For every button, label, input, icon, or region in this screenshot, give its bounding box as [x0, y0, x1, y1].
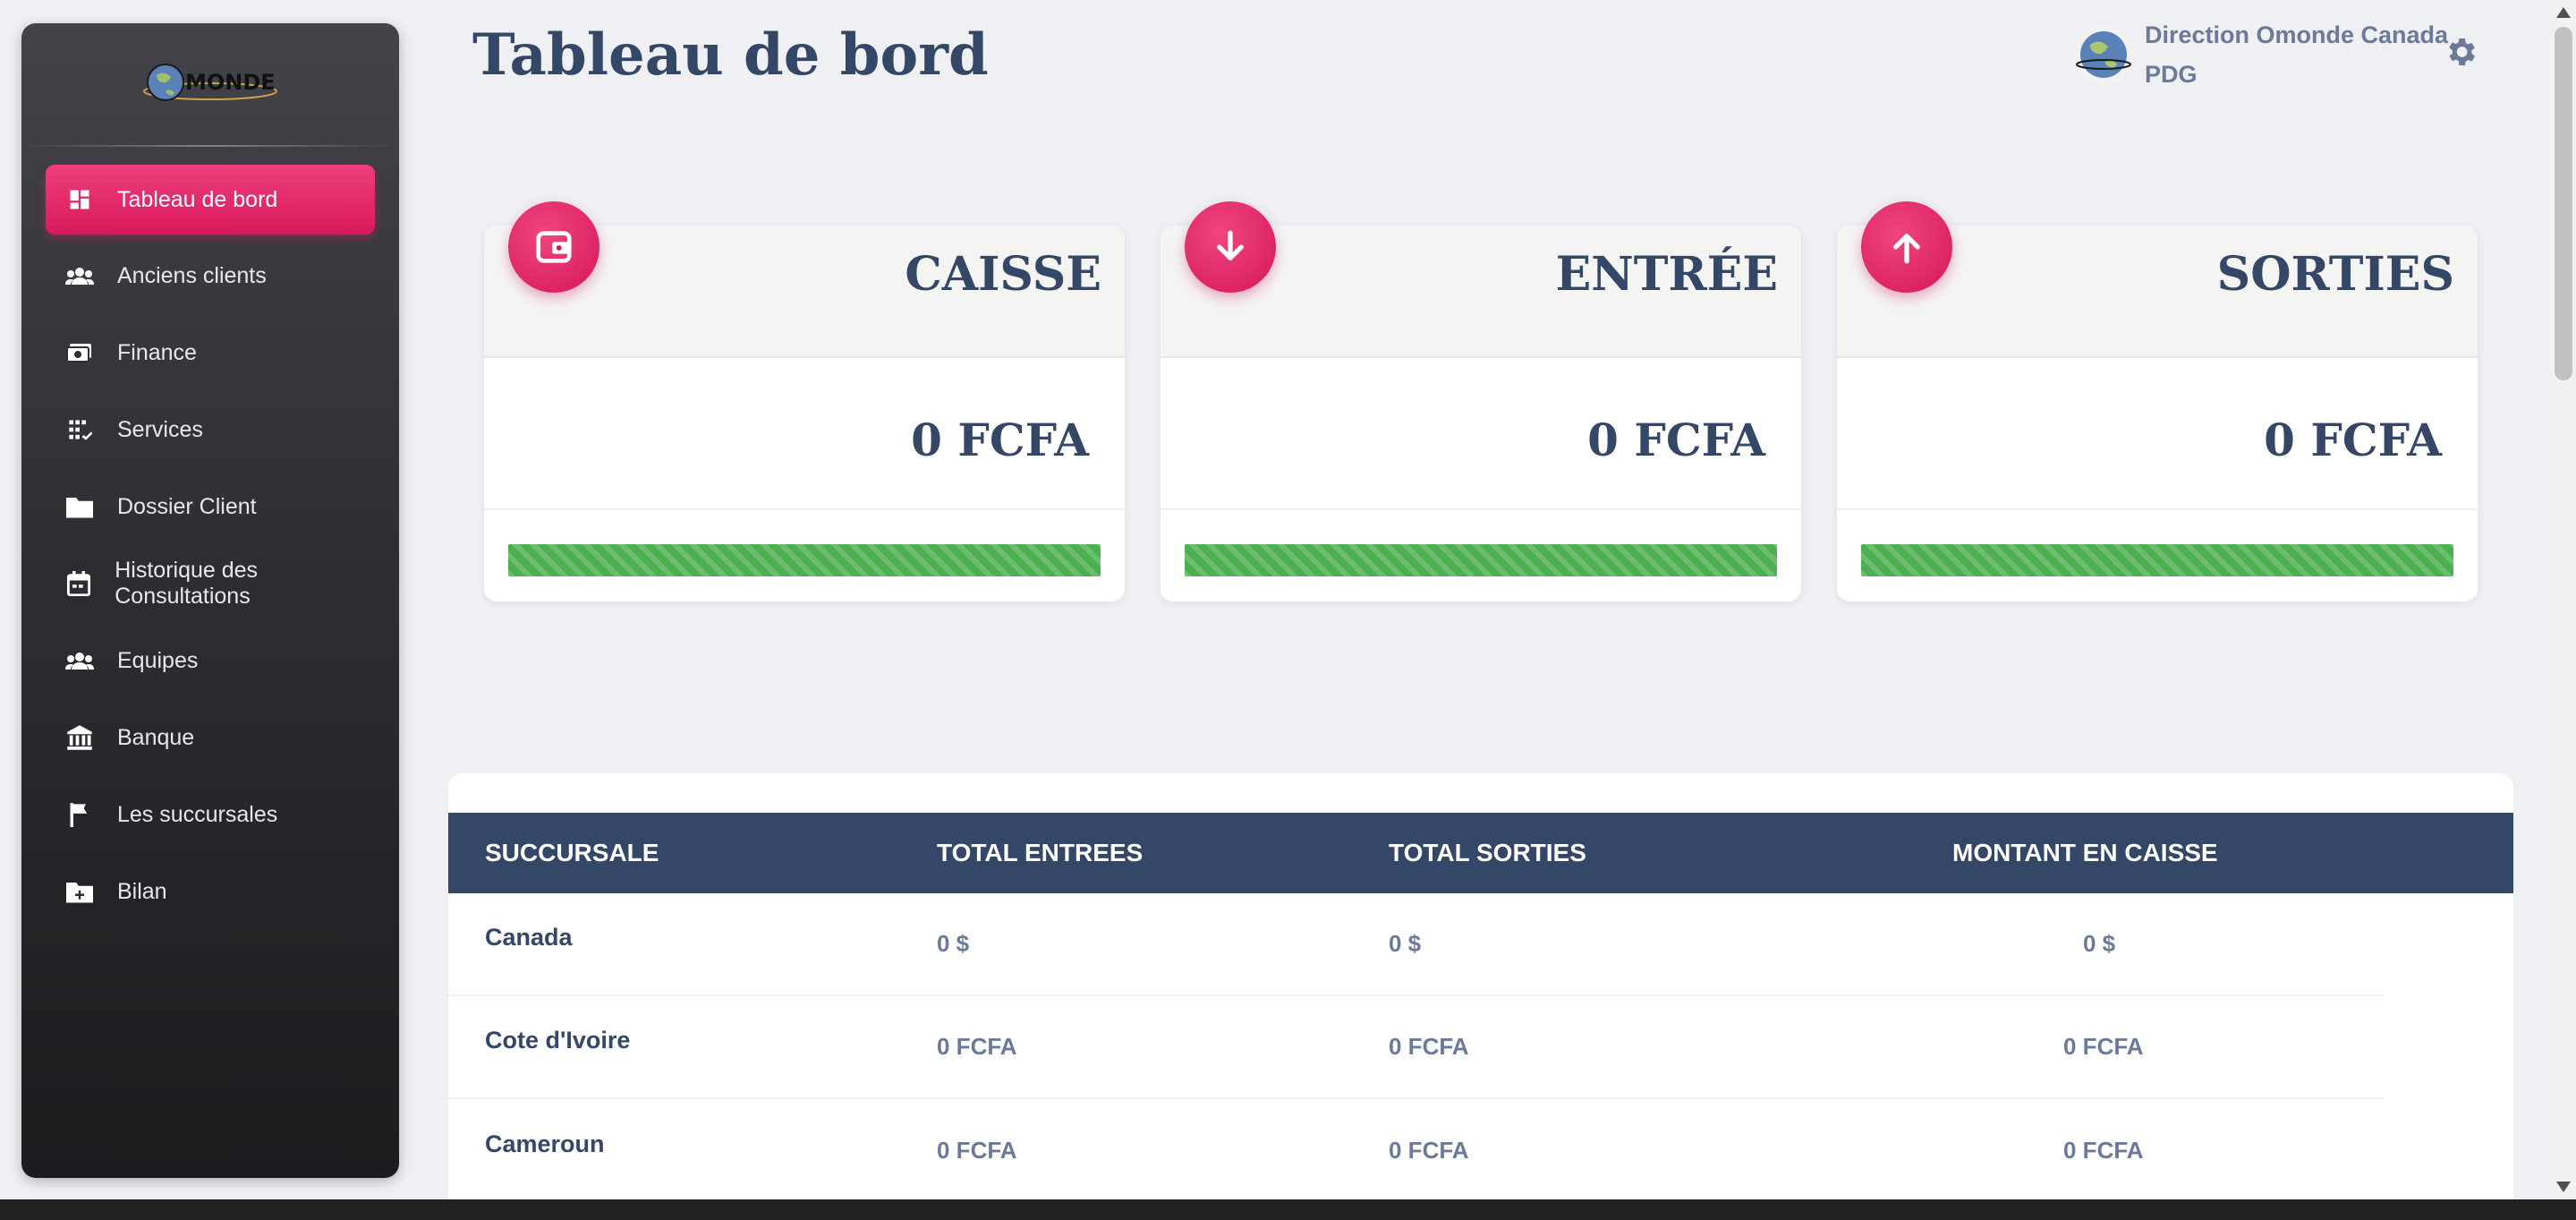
sidebar-item-historique-des-consultations[interactable]: Historique des Consultations [46, 549, 375, 619]
user-name: Direction Omonde Canada [2145, 21, 2449, 48]
card-title: ENTRÉE [1555, 247, 1778, 302]
card-amount: 0 FCFA [1587, 414, 1765, 466]
brand-divider [21, 145, 399, 147]
sidebar-item-label: Anciens clients [117, 262, 267, 288]
people-icon [65, 261, 94, 290]
table-row[interactable]: Cote d'Ivoire 0 FCFA 0 FCFA 0 FCFA [448, 996, 2513, 1099]
sidebar-item-label: Equipes [117, 647, 199, 673]
table-header: SUCCURSALE TOTAL ENTREES TOTAL SORTIES M… [448, 813, 2513, 893]
services-icon [65, 415, 94, 444]
cell-succursale: Cote d'Ivoire [485, 1027, 631, 1054]
card-title: SORTIES [2216, 247, 2454, 302]
sidebar-item-bilan[interactable]: Bilan [46, 857, 375, 926]
calendar-icon [65, 569, 91, 598]
arrow-down-icon [1185, 201, 1276, 293]
card-amount: 0 FCFA [2264, 414, 2442, 466]
table-row[interactable]: Cameroun 0 FCFA 0 FCFA 0 FCFA [448, 1099, 2513, 1202]
sidebar-item-label: Les succursales [117, 801, 278, 827]
cell-total-sorties: 0 $ [1389, 930, 1422, 957]
folder-plus-icon [65, 877, 94, 906]
table-row[interactable]: Canada 0 $ 0 $ 0 $ [448, 893, 2513, 996]
succursales-table: SUCCURSALE TOTAL ENTREES TOTAL SORTIES M… [448, 773, 2513, 1220]
dashboard-icon [65, 185, 94, 214]
bottom-bar [0, 1199, 2576, 1220]
cell-montant-en-caisse: 0 FCFA [2063, 1033, 2144, 1060]
card-divider [1837, 508, 2478, 510]
progress-bar [1185, 544, 1777, 576]
sidebar-item-banque[interactable]: Banque [46, 703, 375, 772]
flag-icon [65, 800, 94, 829]
sidebar-item-anciens-clients[interactable]: Anciens clients [46, 241, 375, 311]
card-amount: 0 FCFA [911, 414, 1089, 466]
page-title: Tableau de bord [472, 21, 989, 89]
cell-montant-en-caisse: 0 FCFA [2063, 1137, 2144, 1164]
card-divider [484, 508, 1125, 510]
money-icon [65, 338, 94, 367]
page-scrollbar[interactable] [2551, 0, 2576, 1199]
column-header-total-entrees[interactable]: TOTAL ENTREES [937, 813, 1143, 893]
cell-succursale: Canada [485, 924, 573, 951]
team-icon [65, 646, 94, 675]
sidebar-item-label: Services [117, 416, 203, 442]
folder-icon [65, 492, 94, 521]
cell-total-sorties: 0 FCFA [1389, 1137, 1469, 1164]
globe-icon [2074, 25, 2133, 84]
sidebar: MONDE Tableau de bord Anciens clients Fi… [21, 23, 399, 1178]
logo-icon: MONDE [143, 64, 277, 101]
card-caisse: CAISSE 0 FCFA [484, 201, 1125, 601]
gear-icon[interactable] [2443, 34, 2478, 70]
progress-fill [508, 544, 1101, 576]
cell-total-entrees: 0 $ [937, 930, 970, 957]
sidebar-item-label: Historique des Consultations [115, 558, 259, 609]
wallet-icon [508, 201, 599, 293]
scroll-up-arrow-icon[interactable] [2556, 7, 2571, 18]
sidebar-item-equipes[interactable]: Equipes [46, 626, 375, 695]
sidebar-item-label: Banque [117, 724, 195, 750]
column-header-total-sorties[interactable]: TOTAL SORTIES [1389, 813, 1586, 893]
sidebar-item-label: Bilan [117, 878, 167, 904]
sidebar-item-services[interactable]: Services [46, 395, 375, 465]
arrow-up-icon [1861, 201, 1952, 293]
card-sorties: SORTIES 0 FCFA [1837, 201, 2478, 601]
card-title: CAISSE [905, 247, 1101, 302]
scroll-thumb[interactable] [2555, 27, 2572, 380]
bank-icon [65, 723, 94, 752]
sidebar-item-finance[interactable]: Finance [46, 318, 375, 388]
scroll-down-arrow-icon[interactable] [2556, 1182, 2571, 1192]
column-header-montant-en-caisse[interactable]: MONTANT EN CAISSE [1952, 813, 2218, 893]
sidebar-item-label: Tableau de bord [117, 186, 278, 212]
cell-total-entrees: 0 FCFA [937, 1137, 1017, 1164]
progress-bar [1861, 544, 2453, 576]
svg-text:MONDE: MONDE [185, 70, 276, 95]
card-divider [1160, 508, 1801, 510]
cell-succursale: Cameroun [485, 1130, 605, 1157]
cell-total-sorties: 0 FCFA [1389, 1033, 1469, 1060]
cell-montant-en-caisse: 0 $ [2083, 930, 2116, 957]
sidebar-item-tableau-de-bord[interactable]: Tableau de bord [46, 165, 375, 235]
sidebar-item-label: Dossier Client [117, 493, 257, 519]
brand-logo[interactable]: MONDE [21, 23, 399, 145]
avatar[interactable] [2074, 25, 2133, 84]
progress-fill [1861, 544, 2453, 576]
sidebar-item-dossier-client[interactable]: Dossier Client [46, 472, 375, 542]
column-header-succursale[interactable]: SUCCURSALE [485, 813, 659, 893]
cell-total-entrees: 0 FCFA [937, 1033, 1017, 1060]
user-role: PDG [2145, 61, 2198, 88]
sidebar-item-les-succursales[interactable]: Les succursales [46, 780, 375, 849]
sidebar-item-label: Finance [117, 339, 197, 365]
progress-fill [1185, 544, 1777, 576]
progress-bar [508, 544, 1101, 576]
card-entree: ENTRÉE 0 FCFA [1160, 201, 1801, 601]
